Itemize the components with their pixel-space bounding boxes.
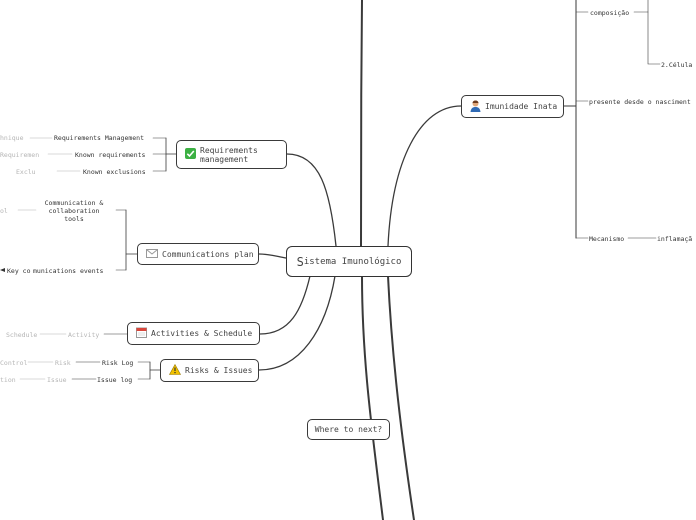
where-to-next-node[interactable]: Where to next? — [307, 419, 390, 440]
central-initial: S — [296, 254, 304, 269]
inflamacao-label[interactable]: inflamaçã — [657, 235, 692, 243]
topic-label: Activities & Schedule — [151, 329, 253, 338]
risk-log-label[interactable]: Risk Log — [102, 359, 133, 367]
branch-risks — [258, 275, 336, 371]
topic-imunidade-inata[interactable]: Imunidade Inata — [461, 95, 564, 118]
requirement-sub-label[interactable]: Requiremen — [0, 151, 39, 159]
branch-activities — [259, 275, 311, 335]
trunk-line-top — [360, 0, 363, 247]
issue-log-label[interactable]: Issue log — [97, 376, 132, 384]
branch-imunidade — [387, 105, 462, 247]
topic-label: Requirements management — [200, 145, 258, 164]
topic-label: Imunidade Inata — [485, 102, 558, 111]
activity-label[interactable]: Activity — [68, 331, 99, 339]
person-icon — [470, 99, 481, 114]
central-title: istema Imunológico — [303, 256, 402, 267]
action-label[interactable]: tion — [0, 376, 16, 384]
calendar-icon — [136, 327, 147, 340]
topic-communications-plan[interactable]: Communications plan — [137, 243, 259, 265]
technique-label[interactable]: hnique — [0, 134, 23, 142]
topic-label: Communications plan — [162, 249, 254, 259]
collaboration-tools-label[interactable]: Communication & collaboration tools — [38, 199, 110, 223]
exclusion-sub-label[interactable]: Exclu — [16, 168, 36, 176]
topic-risks-issues[interactable]: Risks & Issues — [160, 359, 259, 382]
where-to-next-label: Where to next? — [314, 425, 383, 434]
warning-icon — [168, 363, 182, 377]
composicao-label[interactable]: composição — [590, 9, 629, 17]
communications-events-label[interactable]: munications events — [33, 267, 103, 275]
branch-requirements — [286, 153, 337, 247]
envelope-icon — [146, 248, 158, 260]
requirements-management-label[interactable]: Requirements Management — [54, 134, 144, 142]
presente-label[interactable]: presente desde o nasciment — [589, 98, 691, 106]
tools-sub-label[interactable]: ol — [0, 207, 8, 215]
arrow-head-icon — [0, 268, 5, 272]
schedule-label[interactable]: Schedule — [6, 331, 37, 339]
celulas-label[interactable]: 2.Célula — [661, 61, 692, 69]
mecanismo-label[interactable]: Mecanismo — [589, 235, 624, 243]
topic-label: Risks & Issues — [185, 366, 253, 375]
topic-requirements-management[interactable]: Requirements management — [176, 140, 287, 169]
known-exclusions-label[interactable]: Known exclusions — [83, 168, 146, 176]
known-requirements-label[interactable]: Known requirements — [75, 151, 145, 159]
central-topic[interactable]: Sistema Imunológico — [286, 246, 412, 277]
branch-communications — [258, 253, 287, 259]
issue-label[interactable]: Issue — [47, 376, 67, 384]
checkmark-icon — [185, 148, 196, 161]
topic-activities-schedule[interactable]: Activities & Schedule — [127, 322, 260, 345]
key-events-prefix-label[interactable]: Key co — [7, 267, 30, 275]
trunk-line-bottom-right — [387, 275, 415, 520]
control-label[interactable]: Control — [0, 359, 27, 367]
risk-label[interactable]: Risk — [55, 359, 71, 367]
trunk-line-bottom-left — [361, 275, 384, 520]
